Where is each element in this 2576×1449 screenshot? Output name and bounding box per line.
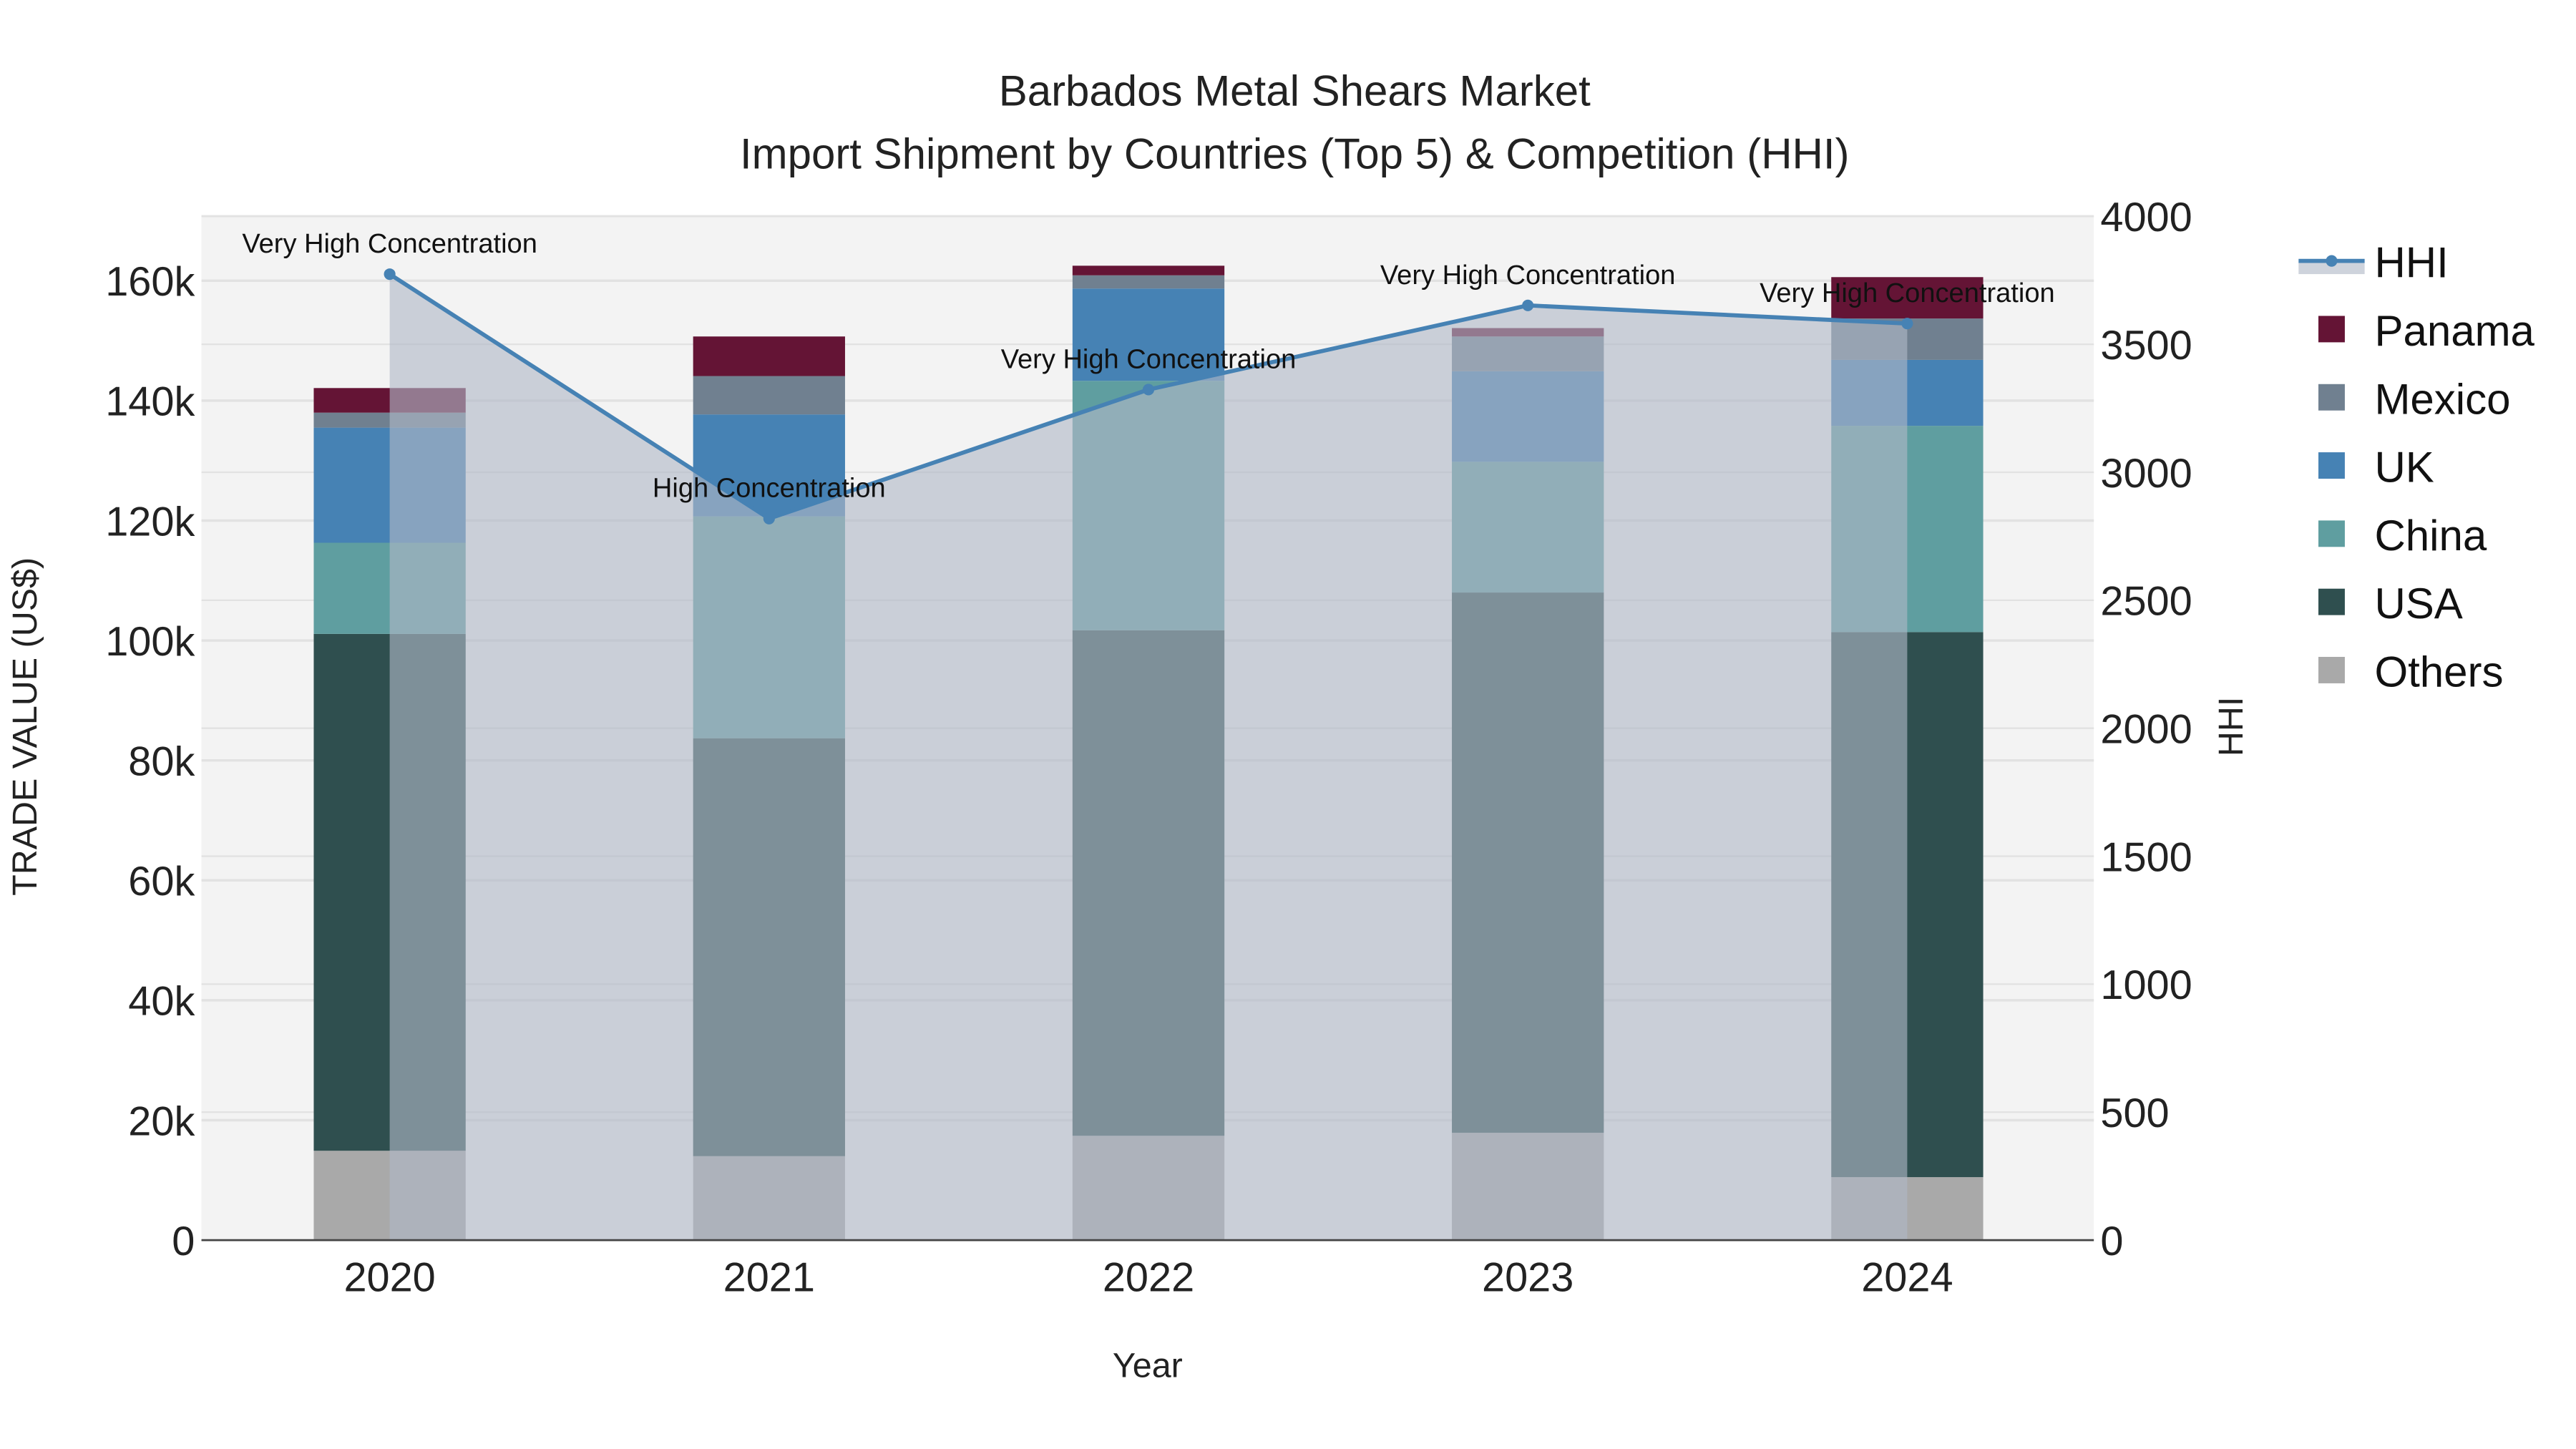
legend-swatch-mexico	[2318, 384, 2345, 411]
y-tick-label: 20k	[128, 1098, 195, 1144]
chart-title: Barbados Metal Shears Market	[999, 67, 1591, 115]
legend-label: Mexico	[2374, 375, 2510, 423]
y2-tick-label: 500	[2100, 1091, 2169, 1136]
hhi-point-2024	[1901, 318, 1913, 330]
y2-tick-label: 2500	[2100, 579, 2192, 625]
legend-label: Others	[2374, 648, 2503, 696]
x-tick-label: 2020	[343, 1255, 435, 1301]
legend-swatch-others	[2318, 657, 2345, 683]
y-tick-label: 120k	[105, 499, 195, 545]
hhi-point-2023	[1522, 299, 1534, 311]
bar-panama-2021	[693, 336, 845, 376]
x-axis-title: Year	[1113, 1347, 1183, 1385]
legend-swatch-china	[2318, 520, 2345, 547]
legend-label: Panama	[2374, 307, 2534, 355]
bar-mexico-2021	[693, 376, 845, 415]
legend-swatch-usa	[2318, 588, 2345, 615]
y-tick-label: 40k	[128, 979, 195, 1025]
y2-tick-label: 3500	[2100, 323, 2192, 369]
y2-tick-label: 4000	[2100, 195, 2192, 240]
x-tick-label: 2023	[1482, 1255, 1574, 1301]
hhi-annotation: Very High Concentration	[242, 229, 537, 259]
y-tick-label: 140k	[105, 379, 195, 425]
y2-tick-label: 1000	[2100, 962, 2192, 1008]
legend-hhi-marker	[2326, 255, 2338, 267]
y2-axis-title: HHI	[2212, 697, 2250, 756]
hhi-annotation: Very High Concentration	[1001, 344, 1297, 374]
x-tick-label: 2021	[723, 1255, 815, 1301]
legend-swatch-panama	[2318, 316, 2345, 343]
y2-tick-label: 3000	[2100, 451, 2192, 497]
chart-subtitle: Import Shipment by Countries (Top 5) & C…	[740, 130, 1850, 177]
x-tick-label: 2024	[1861, 1255, 1953, 1301]
y-axis-title: TRADE VALUE (US$)	[6, 557, 44, 896]
y2-tick-label: 1500	[2100, 834, 2192, 880]
x-tick-label: 2022	[1103, 1255, 1194, 1301]
hhi-point-2021	[763, 512, 775, 525]
legend-label: USA	[2374, 580, 2462, 628]
y-tick-label: 60k	[128, 859, 195, 904]
y-tick-label: 80k	[128, 738, 195, 784]
legend-swatch-uk	[2318, 452, 2345, 479]
hhi-point-2022	[1142, 384, 1155, 396]
chart: Barbados Metal Shears Market Import Ship…	[0, 0, 2576, 1449]
y-tick-label: 160k	[105, 259, 195, 305]
bar-mexico-2022	[1072, 275, 1225, 289]
legend-label: China	[2374, 512, 2487, 560]
hhi-annotation: Very High Concentration	[1760, 278, 2055, 308]
hhi-point-2020	[384, 268, 396, 280]
y-tick-label: 0	[172, 1219, 195, 1264]
y2-tick-label: 0	[2100, 1219, 2123, 1264]
bar-panama-2022	[1072, 265, 1225, 275]
y-tick-label: 100k	[105, 619, 195, 665]
hhi-annotation: High Concentration	[653, 474, 886, 504]
legend-label: UK	[2374, 444, 2434, 492]
legend-label: HHI	[2374, 239, 2448, 287]
hhi-annotation: Very High Concentration	[1380, 260, 1676, 291]
y2-tick-label: 2000	[2100, 706, 2192, 752]
